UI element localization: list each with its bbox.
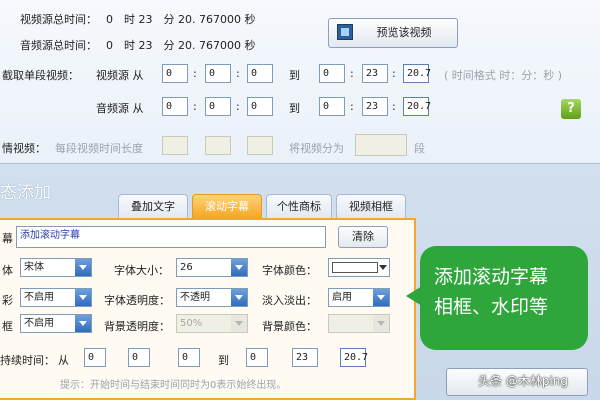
color-swatch <box>332 262 378 273</box>
chevron-down-icon <box>75 259 91 276</box>
subtitle-text-input[interactable]: 添加滚动字幕 <box>16 226 326 248</box>
duration-to-hour[interactable]: 0 <box>246 348 268 367</box>
colon: : <box>236 67 240 80</box>
video-duration-value: 0 时 23 分 20. 767000 秒 <box>106 13 256 26</box>
colon: : <box>392 100 396 113</box>
preview-video-button-label: 预览该视频 <box>376 26 432 39</box>
callout-line-1: 添加滚动字幕 <box>434 266 549 288</box>
clear-button[interactable]: 清除 <box>338 226 388 248</box>
font-select-value: 宋体 <box>24 262 44 273</box>
font-opacity-label: 字体透明度： <box>104 294 170 307</box>
segment-unit: 段 <box>414 142 425 155</box>
video-from-second[interactable]: 0 <box>247 64 273 83</box>
chevron-down-icon <box>379 265 387 270</box>
tab-overlay-text[interactable]: 叠加文字 <box>118 194 188 218</box>
font-opacity-select[interactable]: 不透明 <box>176 288 248 307</box>
audio-to-minute[interactable]: 23 <box>362 97 388 116</box>
audio-from-minute[interactable]: 0 <box>205 97 231 116</box>
help-icon[interactable]: ? <box>561 99 581 119</box>
duration-tip: 提示：开始时间与结束时间同时为0表示始终出现。 <box>60 380 287 391</box>
font-select[interactable]: 宋体 <box>20 258 92 277</box>
video-from-minute[interactable]: 0 <box>205 64 231 83</box>
split-minute-input[interactable] <box>205 136 231 155</box>
duration-from-hour[interactable]: 0 <box>84 348 106 367</box>
split-hour-input[interactable] <box>162 136 188 155</box>
duration-from-minute[interactable]: 0 <box>128 348 150 367</box>
video-duration-label: 视频源总时间： <box>20 13 97 26</box>
video-to-second[interactable]: 20.7 <box>403 64 431 83</box>
audio-duration-value: 0 时 23 分 20. 767000 秒 <box>106 39 256 52</box>
split-label: 情视频： <box>2 142 46 155</box>
chevron-down-icon <box>231 289 247 306</box>
font-size-select[interactable]: 26 <box>176 258 248 277</box>
chevron-down-icon <box>373 289 389 306</box>
border-label: 框 <box>2 320 13 333</box>
duration-from-second[interactable]: 0 <box>178 348 200 367</box>
bg-opacity-label: 背景透明度： <box>104 320 170 333</box>
chevron-down-icon <box>231 259 247 276</box>
shadow-select-value: 不启用 <box>24 292 54 303</box>
section-title: 态添加 <box>0 183 51 203</box>
time-format-hint: ( 时间格式 时：分：秒 ) <box>444 69 563 82</box>
segment-label: 截取单段视频： <box>2 69 79 82</box>
chevron-down-icon <box>231 315 247 332</box>
colon: : <box>236 100 240 113</box>
colon: : <box>350 100 354 113</box>
font-opacity-select-value: 不透明 <box>180 292 210 303</box>
border-select[interactable]: 不启用 <box>20 314 92 333</box>
colon: : <box>193 67 197 80</box>
feature-callout: 添加滚动字幕 相框、水印等 <box>406 246 588 350</box>
video-from-hour[interactable]: 0 <box>162 64 188 83</box>
chevron-down-icon <box>373 315 389 332</box>
audio-from-label: 音频源 从 <box>96 102 144 115</box>
duration-label: 持续时间： <box>0 354 55 367</box>
divide-into-label: 将视频分为 <box>289 142 344 155</box>
split-second-input[interactable] <box>247 136 273 155</box>
film-icon <box>337 24 353 40</box>
video-to-hour[interactable]: 0 <box>319 64 345 83</box>
audio-from-hour[interactable]: 0 <box>162 97 188 116</box>
chevron-down-icon <box>75 315 91 332</box>
audio-duration-label: 音频源总时间： <box>20 39 97 52</box>
tab-scrolling-subtitle[interactable]: 滚动字幕 <box>192 194 262 218</box>
bg-color-label: 背景颜色： <box>262 320 317 333</box>
border-select-value: 不启用 <box>24 318 54 329</box>
duration-to-minute[interactable]: 23 <box>292 348 318 367</box>
fade-select-value: 启用 <box>332 292 352 303</box>
segment-count-input[interactable] <box>355 134 407 156</box>
audio-from-second[interactable]: 0 <box>247 97 273 116</box>
colon: : <box>193 100 197 113</box>
bg-opacity-select-value: 50% <box>180 318 203 329</box>
shadow-label: 彩 <box>2 294 13 307</box>
font-label: 体 <box>2 264 13 277</box>
font-size-label: 字体大小： <box>114 264 169 277</box>
watermark: 头条 @木林ping <box>478 374 568 388</box>
video-from-label: 视频源 从 <box>96 69 144 82</box>
tab-video-frame[interactable]: 视频相框 <box>336 194 406 218</box>
shadow-select[interactable]: 不启用 <box>20 288 92 307</box>
font-color-label: 字体颜色： <box>262 264 317 277</box>
video-to-label: 到 <box>289 69 300 82</box>
fade-select[interactable]: 启用 <box>328 288 390 307</box>
duration-to-second[interactable]: 20.7 <box>340 348 368 367</box>
bg-opacity-select[interactable]: 50% <box>176 314 248 333</box>
audio-to-hour[interactable]: 0 <box>319 97 345 116</box>
preview-video-button[interactable]: 预览该视频 <box>328 18 458 48</box>
colon: : <box>392 67 396 80</box>
duration-to-label: 到 <box>218 354 229 367</box>
chevron-down-icon <box>75 289 91 306</box>
fade-label: 淡入淡出： <box>262 294 317 307</box>
per-segment-length-label: 每段视频时间长度 <box>55 142 143 155</box>
callout-line-2: 相框、水印等 <box>434 296 549 318</box>
audio-to-second[interactable]: 20.7 <box>403 97 431 116</box>
tab-custom-logo[interactable]: 个性商标 <box>266 194 332 218</box>
video-to-minute[interactable]: 23 <box>362 64 388 83</box>
colon: : <box>350 67 354 80</box>
font-color-picker[interactable] <box>328 258 390 277</box>
subtitle-text-label: 幕 <box>2 232 13 245</box>
font-size-select-value: 26 <box>180 262 193 273</box>
audio-to-label: 到 <box>289 102 300 115</box>
bg-color-picker[interactable] <box>328 314 390 333</box>
duration-from-label: 从 <box>58 354 69 367</box>
